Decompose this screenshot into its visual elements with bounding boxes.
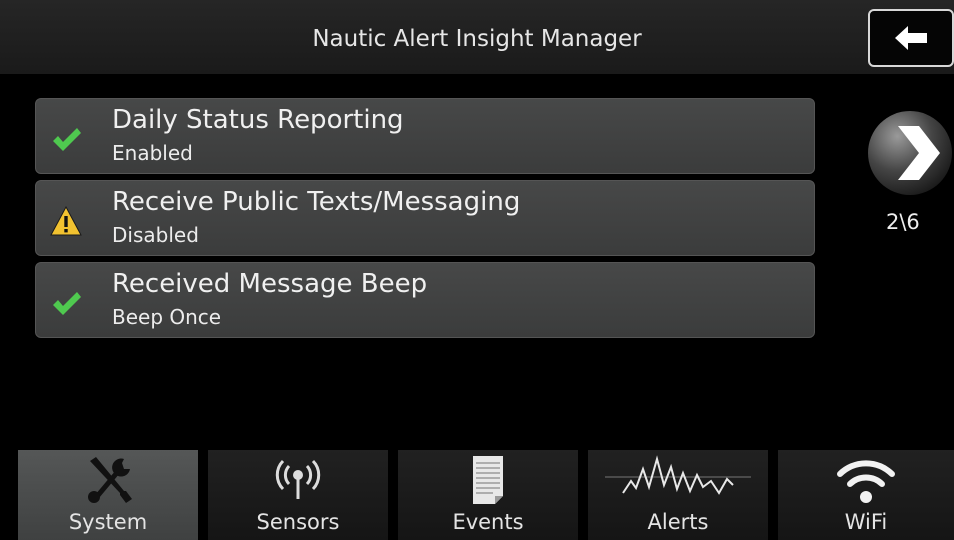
header-bar: Nautic Alert Insight Manager: [0, 0, 954, 75]
tab-label: Sensors: [256, 510, 340, 534]
back-button[interactable]: [868, 9, 954, 67]
tab-wifi[interactable]: WiFi: [778, 450, 954, 540]
setting-value: Disabled: [112, 223, 199, 247]
tab-label: WiFi: [844, 510, 888, 534]
tab-alerts[interactable]: Alerts: [588, 450, 768, 540]
setting-title: Receive Public Texts/Messaging: [112, 187, 521, 217]
back-arrow-icon: [895, 26, 927, 50]
warning-icon: [50, 205, 82, 236]
setting-title: Received Message Beep: [112, 269, 428, 299]
checkmark-icon: [53, 292, 81, 315]
tab-label: Alerts: [647, 510, 709, 534]
setting-title: Daily Status Reporting: [112, 105, 404, 135]
wrench-screwdriver-icon: [88, 457, 132, 503]
setting-row-daily-status[interactable]: Daily Status Reporting Enabled: [35, 98, 815, 174]
setting-row-message-beep[interactable]: Received Message Beep Beep Once: [35, 262, 815, 338]
setting-row-public-texts[interactable]: Receive Public Texts/Messaging Disabled: [35, 180, 815, 256]
page-indicator: 2\6: [886, 210, 920, 234]
waveform-icon: [605, 455, 751, 495]
bottom-nav: System Sensors Events Alerts WiFi: [0, 450, 954, 540]
wifi-icon: [837, 460, 895, 503]
setting-value: Beep Once: [112, 305, 222, 329]
tab-system[interactable]: System: [18, 450, 198, 540]
tab-label: System: [68, 510, 148, 534]
tab-label: Events: [452, 510, 524, 534]
antenna-signal-icon: [275, 459, 321, 499]
tab-sensors[interactable]: Sensors: [208, 450, 388, 540]
page-title: Nautic Alert Insight Manager: [312, 26, 642, 52]
next-page-button[interactable]: [864, 108, 954, 198]
tab-events[interactable]: Events: [398, 450, 578, 540]
setting-value: Enabled: [112, 141, 193, 165]
checkmark-icon: [53, 128, 81, 151]
document-icon: [473, 456, 503, 504]
